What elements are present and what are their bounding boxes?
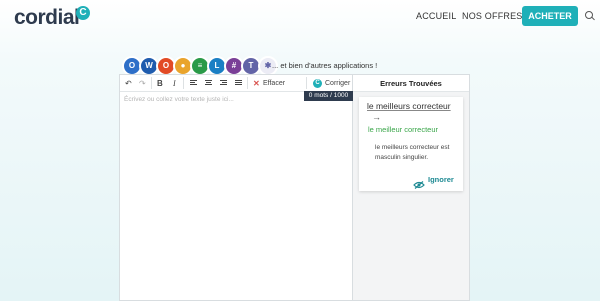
italic-button[interactable]: I xyxy=(173,78,176,89)
align-center-icon[interactable] xyxy=(205,80,212,87)
nav-offres-link[interactable]: NOS OFFRES xyxy=(462,11,523,21)
toolbar-divider xyxy=(306,77,307,89)
editor-toolbar: ↶ ↷ B I ✕ Effacer C Corriger xyxy=(120,75,352,92)
redo-icon[interactable]: ↷ xyxy=(139,78,146,89)
error-explanation: le meilleurs correcteur est masculin sin… xyxy=(375,144,450,161)
errors-title: Erreurs Trouvées xyxy=(353,75,469,92)
clear-button[interactable]: Effacer xyxy=(263,78,285,89)
ignore-button[interactable]: Ignorer xyxy=(428,175,454,184)
arrow-right-icon: → xyxy=(372,112,381,122)
editor-placeholder[interactable]: Écrivez ou collez votre texte juste ici.… xyxy=(124,96,234,103)
site-header: cordial C ACCUEIL NOS OFFRES ACHETER xyxy=(0,0,600,34)
nav-accueil-link[interactable]: ACCUEIL xyxy=(416,11,456,21)
correct-button[interactable]: Corriger xyxy=(325,78,350,89)
acheter-button[interactable]: ACHETER xyxy=(522,6,578,26)
word-count-badge: 0 mots / 1000 xyxy=(304,91,353,101)
align-right-icon[interactable] xyxy=(220,80,227,87)
error-original-text[interactable]: le meilleurs correcteur xyxy=(367,101,451,111)
eye-slash-icon[interactable] xyxy=(413,176,425,189)
errors-panel: Erreurs Trouvées le meilleurs correcteur… xyxy=(353,74,470,301)
toolbar-divider xyxy=(247,77,248,89)
logo[interactable]: cordial xyxy=(14,6,80,30)
text-editor: ↶ ↷ B I ✕ Effacer C Corriger 0 mots / 10… xyxy=(119,74,353,301)
search-icon[interactable] xyxy=(585,11,593,19)
apps-tagline: ... et bien d'autres applications ! xyxy=(272,61,378,70)
clear-icon[interactable]: ✕ xyxy=(253,78,260,89)
align-justify-icon[interactable] xyxy=(235,80,242,87)
toolbar-divider xyxy=(151,77,152,89)
toolbar-divider xyxy=(183,77,184,89)
logo-badge-icon: C xyxy=(76,6,90,20)
bold-button[interactable]: B xyxy=(157,78,163,89)
align-left-icon[interactable] xyxy=(190,80,197,87)
error-card: le meilleurs correcteur → le meilleur co… xyxy=(359,97,463,191)
undo-icon[interactable]: ↶ xyxy=(125,78,132,89)
error-correction[interactable]: le meilleur correcteur xyxy=(368,125,438,134)
correct-icon[interactable]: C xyxy=(313,79,322,88)
